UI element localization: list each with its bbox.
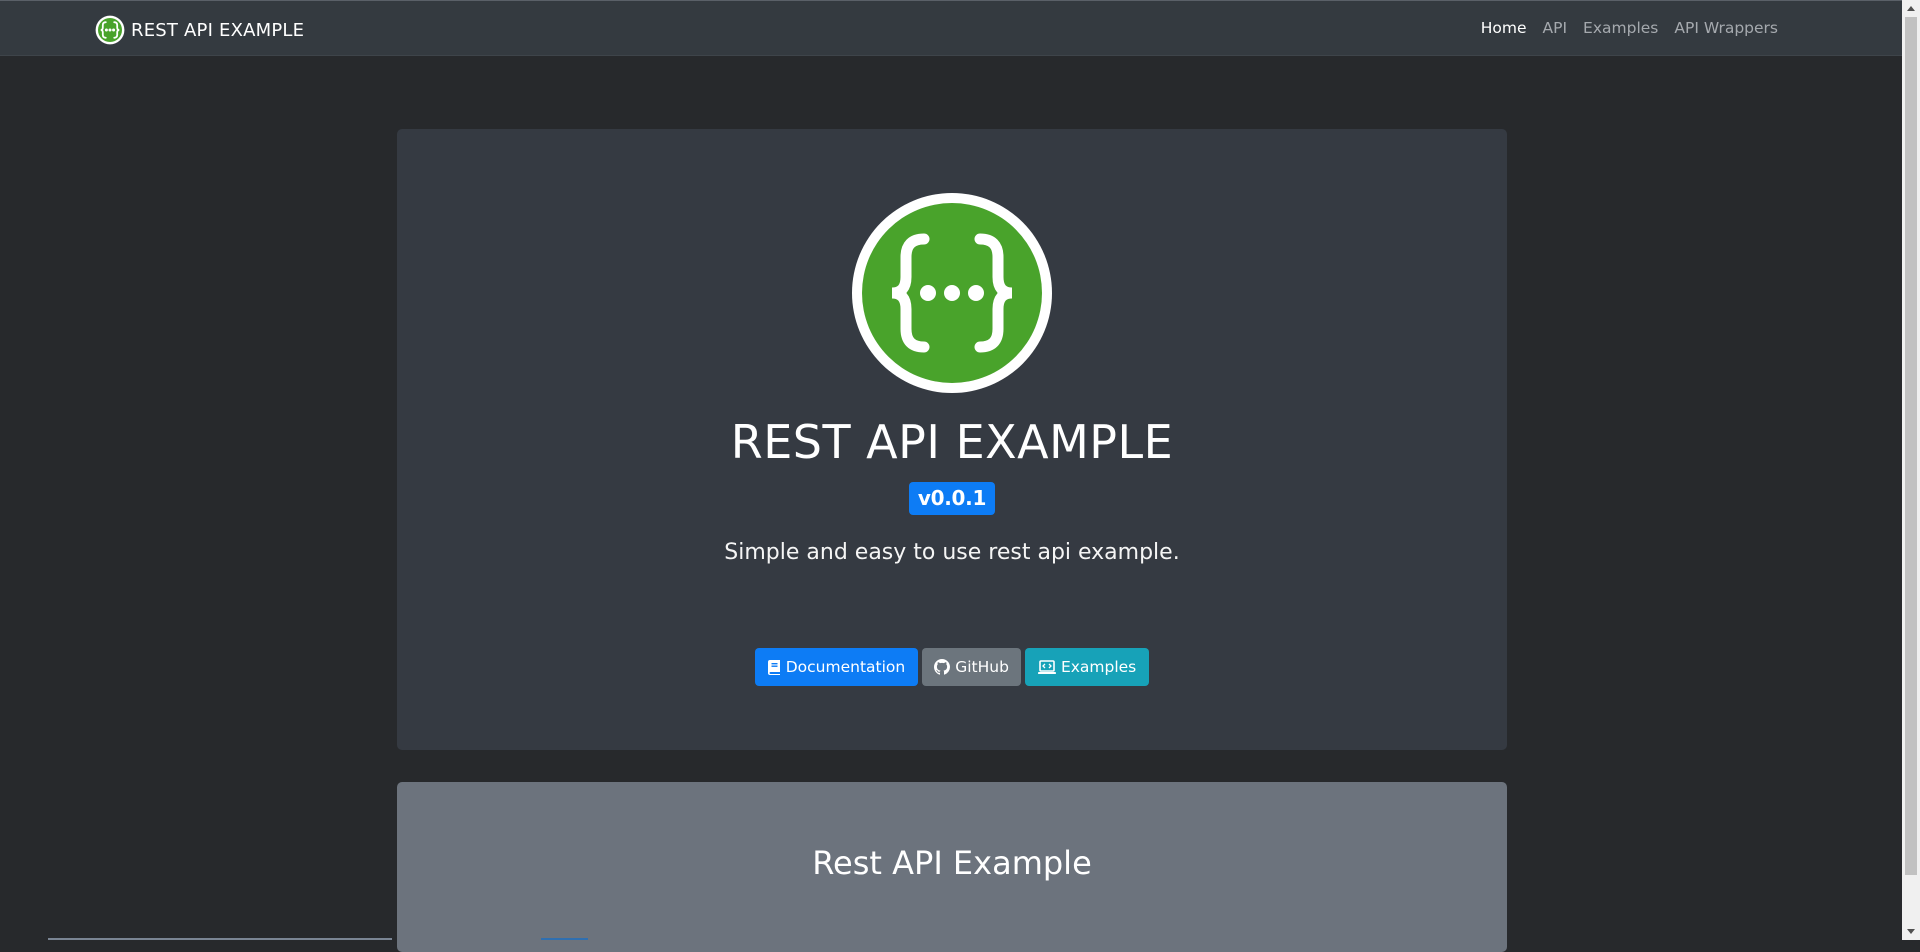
hero-button-row: Documentation GitHub Examples: [397, 648, 1507, 686]
swagger-logo-icon: [95, 15, 125, 45]
hero-title: REST API EXAMPLE: [730, 415, 1174, 469]
nav-links: Home API Examples API Wrappers: [1481, 19, 1778, 37]
documentation-button-label: Documentation: [785, 658, 906, 676]
vertical-scrollbar[interactable]: [1902, 0, 1920, 940]
brand-link[interactable]: REST API EXAMPLE: [95, 15, 304, 45]
examples-button[interactable]: Examples: [1024, 648, 1150, 686]
github-button[interactable]: GitHub: [922, 648, 1021, 686]
section-title: Rest API Example: [812, 844, 1092, 882]
nav-link-api-wrappers[interactable]: API Wrappers: [1674, 19, 1778, 37]
rest-api-example-card: Rest API Example: [397, 782, 1507, 952]
nav-link-examples[interactable]: Examples: [1583, 19, 1658, 37]
book-icon: [767, 659, 780, 675]
hero-tagline: Simple and easy to use rest api example.: [724, 540, 1180, 565]
examples-button-label: Examples: [1060, 658, 1137, 676]
github-button-label: GitHub: [955, 658, 1009, 676]
brand-label: REST API EXAMPLE: [131, 19, 305, 41]
documentation-button[interactable]: Documentation: [754, 648, 919, 686]
nav-link-api[interactable]: API: [1543, 19, 1568, 37]
version-wrap: v0.0.1: [397, 482, 1507, 515]
top-navbar: REST API EXAMPLE Home API Examples API W…: [0, 0, 1902, 56]
scrollbar-thumb[interactable]: [1905, 17, 1917, 875]
scroll-down-arrow-icon[interactable]: [1902, 923, 1920, 940]
scroll-up-arrow-icon[interactable]: [1902, 0, 1920, 17]
swagger-logo-icon: [852, 193, 1052, 393]
version-badge: v0.0.1: [908, 482, 996, 515]
laptop-code-icon: [1037, 659, 1056, 674]
hero-jumbotron: REST API EXAMPLE v0.0.1 Simple and easy …: [397, 129, 1507, 750]
github-icon: [934, 659, 951, 675]
nav-link-home[interactable]: Home: [1481, 19, 1527, 37]
